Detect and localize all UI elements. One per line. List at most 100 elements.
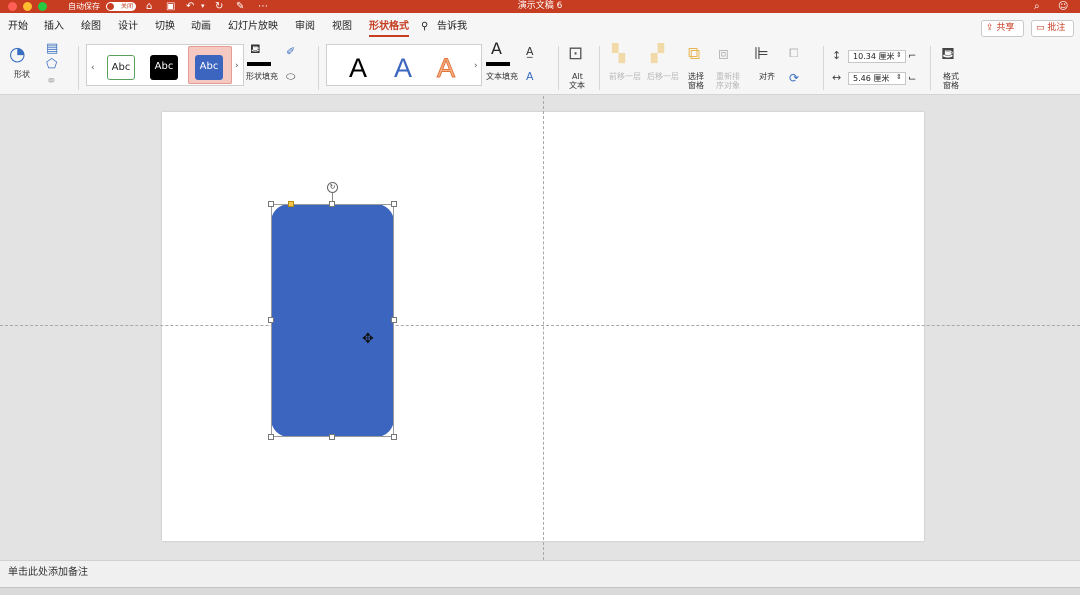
group-objects-icon[interactable]: ⧠ <box>789 46 799 60</box>
gallery-next-arrow[interactable]: › <box>235 61 239 71</box>
vertical-smart-guide <box>543 96 544 560</box>
width-icon: ↔ <box>832 71 842 84</box>
text-effects-icon[interactable]: A <box>526 70 534 84</box>
crop-icon[interactable]: ⌐ <box>908 52 916 62</box>
resize-handle-right[interactable] <box>391 317 397 323</box>
send-backward-label: 后移一层 <box>647 72 679 81</box>
slide-workspace[interactable]: ↻ ✥ <box>0 96 1080 560</box>
document-title: 演示文稿 6 <box>517 1 563 11</box>
resize-handle-bottom-right[interactable] <box>391 434 397 440</box>
group-divider <box>318 46 319 90</box>
wordart-styles-gallery: A A A <box>326 44 482 86</box>
ribbon-tab-row: 开始 插入 绘图 设计 切换 动画 幻灯片放映 审阅 视图 形状格式 ⚲ 告诉我… <box>0 13 1080 40</box>
comment-button[interactable]: ▭ 批注 <box>1031 20 1074 37</box>
lightbulb-icon[interactable]: ⚲ <box>421 20 428 34</box>
height-stepper-icon[interactable]: ⇕ <box>896 51 902 60</box>
notes-placeholder: 单击此处添加备注 <box>8 567 88 578</box>
horizontal-smart-guide <box>0 325 1080 326</box>
comment-icon: ▭ <box>1036 23 1045 33</box>
autosave-toggle[interactable]: 关闭 <box>106 2 136 11</box>
tab-transitions[interactable]: 切换 <box>155 20 175 34</box>
share-label: 共享 <box>996 23 1015 33</box>
corner-radius-adjust-handle[interactable] <box>288 201 294 207</box>
resize-handle-top-left[interactable] <box>268 201 274 207</box>
tab-home[interactable]: 开始 <box>8 20 28 34</box>
resize-handle-top[interactable] <box>329 201 335 207</box>
selection-pane-line2: 窗格 <box>688 81 704 90</box>
wordart-next-arrow[interactable]: › <box>474 61 478 71</box>
comment-label: 批注 <box>1047 23 1066 33</box>
resize-handle-left[interactable] <box>268 317 274 323</box>
align-icon: ⊫ <box>754 44 769 64</box>
reorder-line1: 重新排 <box>716 72 740 81</box>
paint-bucket-icon: ⛾ <box>250 42 261 57</box>
tab-insert[interactable]: 插入 <box>44 20 64 34</box>
undo-dropdown-icon[interactable]: ▾ <box>201 0 205 13</box>
tab-slideshow[interactable]: 幻灯片放映 <box>228 20 278 34</box>
text-fill-color-bar <box>486 62 510 66</box>
selection-pane-line1: 选择 <box>688 72 704 81</box>
resize-handle-top-right[interactable] <box>391 201 397 207</box>
minimize-window-button[interactable] <box>23 2 32 11</box>
align-label: 对齐 <box>759 72 775 81</box>
tab-shape-format[interactable]: 形状格式 <box>369 20 409 37</box>
group-divider <box>558 46 559 90</box>
lock-aspect-icon[interactable]: ⌙ <box>908 74 916 84</box>
merge-shapes-icon[interactable]: ⚭ <box>46 75 57 89</box>
selection-pane-icon: ⧉ <box>688 44 701 64</box>
group-divider <box>599 46 600 90</box>
search-icon[interactable]: ⌕ <box>1034 0 1040 13</box>
width-stepper-icon[interactable]: ⇕ <box>896 73 902 82</box>
bring-forward-icon: ▚ <box>612 44 626 64</box>
edit-shape-icon[interactable]: ⬠ <box>46 58 57 72</box>
shape-styles-gallery: ‹ Abc Abc Abc <box>86 44 244 86</box>
tab-animations[interactable]: 动画 <box>191 20 211 34</box>
notes-pane[interactable]: 单击此处添加备注 <box>0 560 1080 587</box>
wordart-orange-outline[interactable]: A <box>436 53 455 84</box>
shape-fill-label: 形状填充 <box>246 72 278 81</box>
style-fill-black[interactable]: Abc <box>150 55 178 80</box>
title-bar: 自动保存 关闭 ⌂ ▣ ↶ ▾ ↻ ✎ ⋯ 演示文稿 6 ⌕ ☺ <box>0 0 1080 13</box>
account-icon[interactable]: ☺ <box>1058 0 1068 13</box>
tab-design[interactable]: 设计 <box>118 20 138 34</box>
tell-me-search[interactable]: 告诉我 <box>437 20 467 34</box>
text-box-icon[interactable]: ▤ <box>46 42 58 56</box>
wordart-blue[interactable]: A <box>394 53 412 83</box>
resize-handle-bottom-left[interactable] <box>268 434 274 440</box>
undo-icon[interactable]: ↶ <box>186 0 194 13</box>
redo-icon[interactable]: ↻ <box>215 0 223 13</box>
more-icon[interactable]: ⋯ <box>258 0 268 13</box>
tab-view[interactable]: 视图 <box>332 20 352 34</box>
selection-frame <box>271 204 394 437</box>
tab-review[interactable]: 审阅 <box>295 20 315 34</box>
save-icon[interactable]: ▣ <box>166 0 175 13</box>
maximize-window-button[interactable] <box>38 2 47 11</box>
alt-text-line2: 文本 <box>569 81 585 90</box>
group-divider <box>823 46 824 90</box>
text-fill-icon: A <box>491 39 502 58</box>
edit-icon[interactable]: ✎ <box>236 0 244 13</box>
resize-handle-bottom[interactable] <box>329 434 335 440</box>
shapes-icon: ◔ <box>9 43 26 65</box>
shapes-label: 形状 <box>14 70 30 79</box>
reorder-objects-icon: ⧈ <box>718 44 729 64</box>
rotate-handle[interactable]: ↻ <box>327 182 338 193</box>
rotate-icon[interactable]: ⟳ <box>789 71 799 85</box>
style-fill-blue[interactable]: Abc <box>195 55 223 80</box>
text-fill-label: 文本填充 <box>486 72 518 81</box>
alt-text-line1: Alt <box>572 72 583 81</box>
tab-draw[interactable]: 绘图 <box>81 20 101 34</box>
wordart-black[interactable]: A <box>349 53 367 83</box>
ribbon: ◔ 形状 ▤ ⬠ ⚭ ‹ Abc Abc Abc › ⛾ 形状填充 ✐ ⬭ A … <box>0 40 1080 95</box>
text-outline-icon[interactable]: A̲ <box>526 45 534 59</box>
format-pane-line2: 窗格 <box>943 81 959 90</box>
shape-outline-icon[interactable]: ✐ <box>286 45 295 59</box>
home-icon[interactable]: ⌂ <box>146 0 152 13</box>
status-bar <box>0 587 1080 595</box>
gallery-prev-arrow[interactable]: ‹ <box>91 63 95 73</box>
shape-effects-icon[interactable]: ⬭ <box>286 70 295 84</box>
share-button[interactable]: ⇪ 共享 <box>981 20 1024 37</box>
close-window-button[interactable] <box>8 2 17 11</box>
format-pane-line1: 格式 <box>943 72 959 81</box>
style-outline-green[interactable]: Abc <box>107 55 135 80</box>
